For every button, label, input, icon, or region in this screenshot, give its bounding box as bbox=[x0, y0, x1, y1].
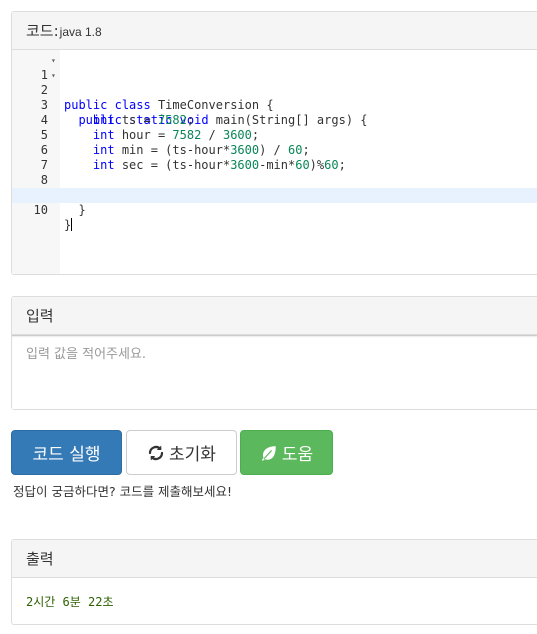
refresh-icon bbox=[147, 444, 165, 462]
code-line[interactable]: 7 bbox=[12, 143, 537, 172]
code-panel-title: 코드: bbox=[26, 22, 59, 40]
language-label: java 1.8 bbox=[59, 24, 102, 39]
reset-label: 초기화 bbox=[169, 445, 216, 465]
output-panel-heading: 출력 bbox=[12, 540, 537, 578]
input-panel: 입력 입력 값을 적어주세요. bbox=[11, 296, 537, 410]
fold-arrow-icon[interactable]: ▾ bbox=[51, 68, 56, 83]
input-panel-title: 입력 bbox=[26, 307, 54, 325]
code-line[interactable]: 6 int sec = (ts-hour*3600-min*60)%60; bbox=[12, 128, 537, 172]
input-textarea[interactable]: 입력 값을 적어주세요. bbox=[12, 335, 537, 409]
code-line[interactable]: 3 int ts = 7582; bbox=[12, 83, 537, 127]
line-number: 10 bbox=[33, 203, 48, 217]
leaf-icon bbox=[260, 444, 278, 462]
code-line[interactable]: 2 ▾ public static void main(String[] arg… bbox=[12, 68, 537, 127]
run-code-label: 코드 실행 bbox=[32, 445, 101, 465]
help-button[interactable]: 도움 bbox=[240, 430, 333, 475]
input-panel-heading: 입력 bbox=[12, 297, 537, 335]
code-panel-heading: 코드: java 1.8 bbox=[12, 12, 537, 50]
reset-button[interactable]: 초기화 bbox=[126, 430, 237, 475]
code-editor[interactable]: 1 ▾ public class TimeConversion { 2 ▾ pu… bbox=[12, 50, 537, 274]
output-panel-title: 출력 bbox=[26, 550, 54, 568]
output-text: 2시간 6분 22초 bbox=[26, 595, 114, 609]
code-line[interactable]: 9 } bbox=[12, 173, 537, 217]
code-line-active[interactable]: 10 } bbox=[12, 188, 537, 232]
fold-arrow-icon[interactable]: ▾ bbox=[51, 53, 56, 68]
code-line[interactable]: 4 int hour = 7582 / 3600; bbox=[12, 98, 537, 142]
help-label: 도움 bbox=[281, 445, 314, 465]
output-body: 2시간 6분 22초 bbox=[12, 578, 537, 624]
text-cursor bbox=[71, 218, 73, 231]
code-line[interactable]: 5 int min = (ts-hour*3600) / 60; bbox=[12, 113, 537, 157]
run-code-button[interactable]: 코드 실행 bbox=[11, 430, 122, 475]
output-panel: 출력 2시간 6분 22초 bbox=[11, 539, 537, 625]
submit-hint-text: 정답이 궁금하다면? 코드를 제출해보세요! bbox=[13, 484, 233, 499]
code-panel: 코드: java 1.8 1 ▾ public class TimeConver… bbox=[11, 11, 537, 275]
code-line[interactable]: 8 System.out.printf("%d시간 %d분 %d초",hour,… bbox=[12, 158, 537, 202]
code-line[interactable]: 1 ▾ public class TimeConversion { bbox=[12, 53, 537, 112]
